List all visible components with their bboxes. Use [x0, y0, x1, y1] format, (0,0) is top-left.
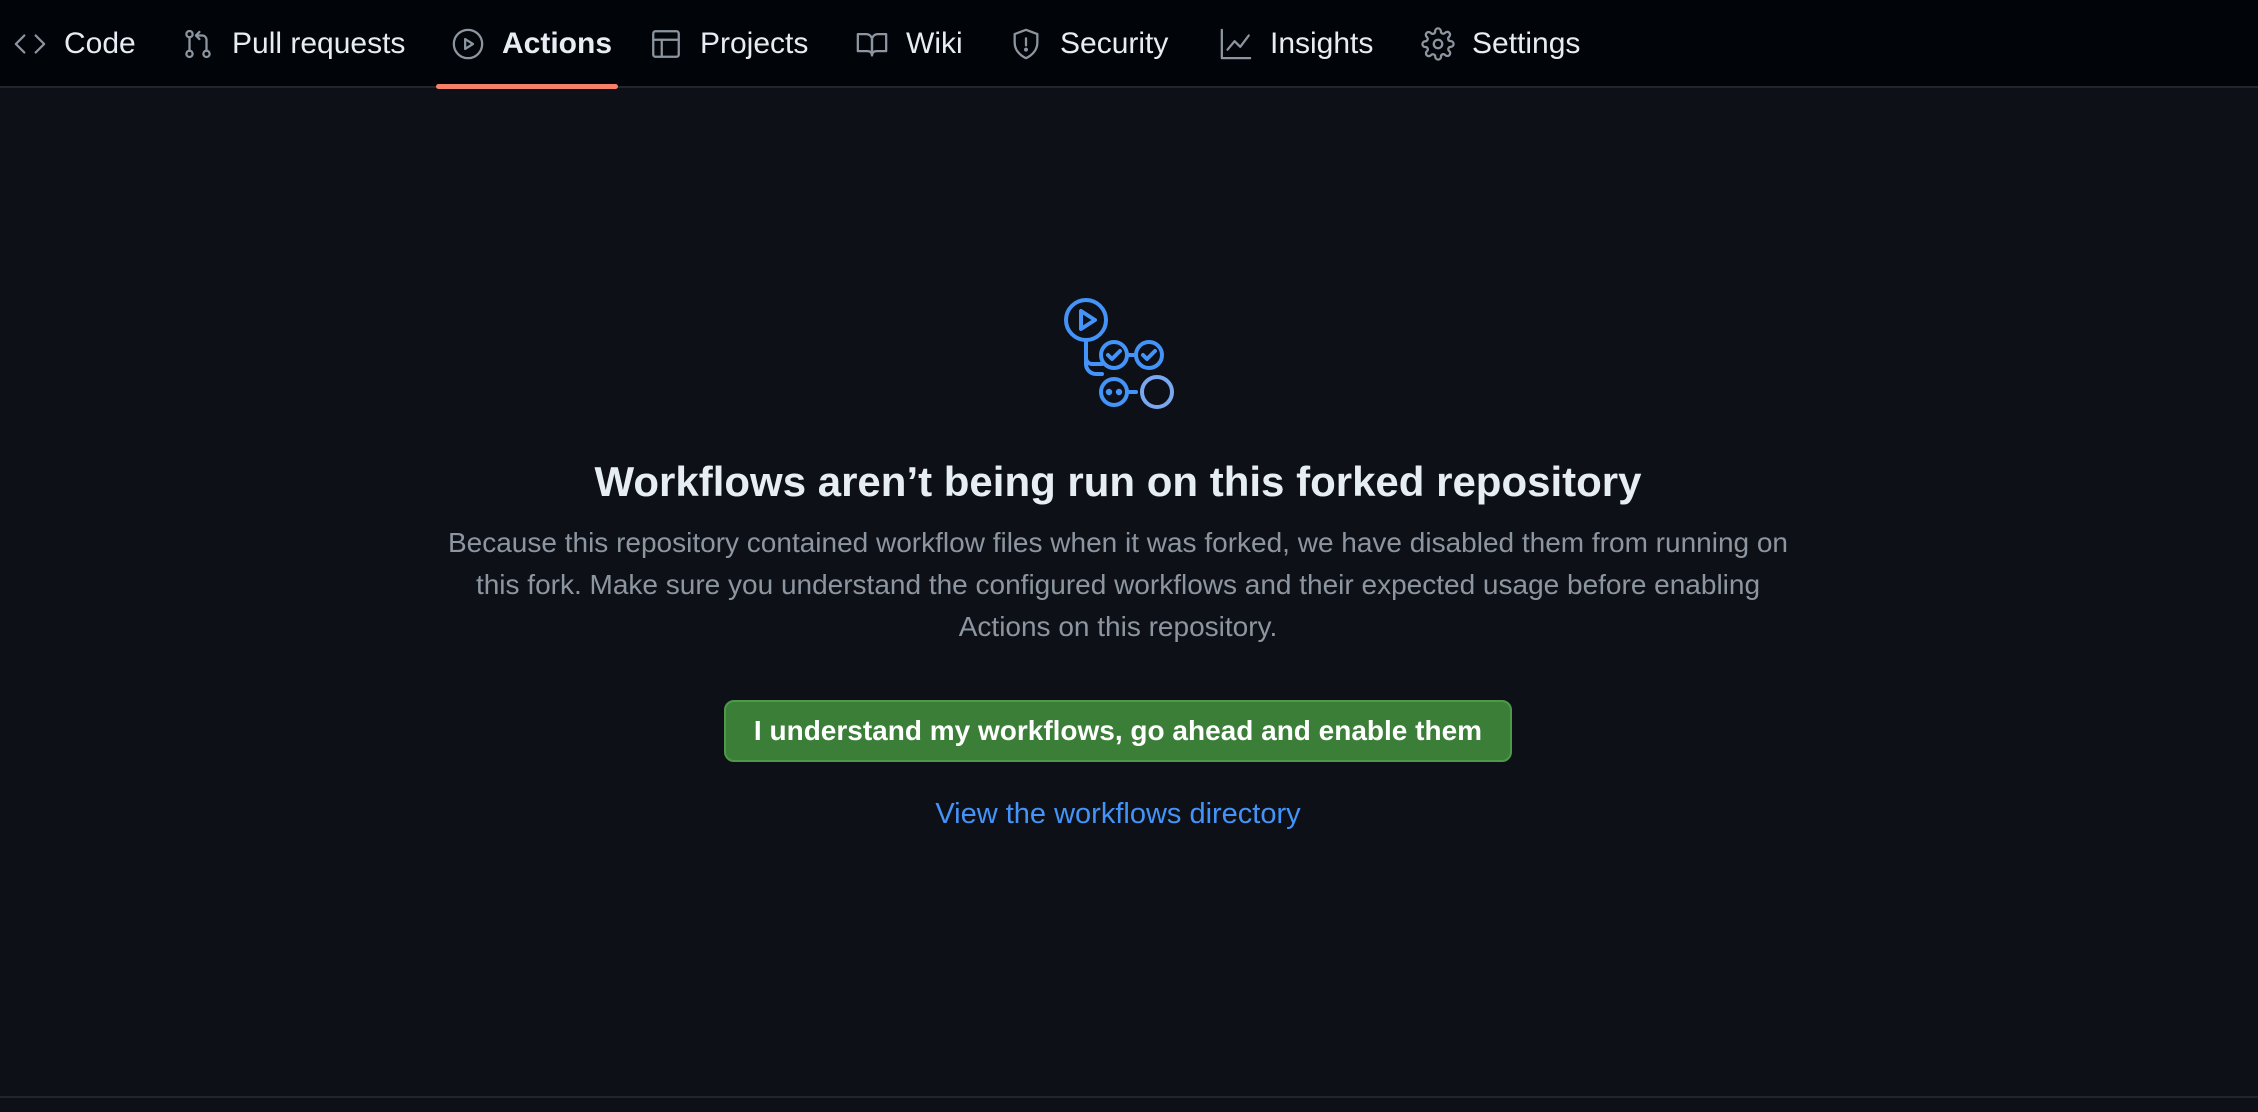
tab-settings[interactable]: Settings — [1420, 0, 1580, 88]
enable-workflows-button[interactable]: I understand my workflows, go ahead and … — [724, 700, 1512, 762]
workflow-icon — [1058, 292, 1180, 414]
tab-pull-requests-label: Pull requests — [232, 27, 406, 60]
tab-insights-label: Insights — [1270, 27, 1374, 60]
play-circle-icon — [450, 26, 486, 62]
tab-wiki[interactable]: Wiki — [854, 0, 963, 88]
table-icon — [648, 26, 684, 62]
graph-icon — [1218, 26, 1254, 62]
tab-security[interactable]: Security — [1008, 0, 1168, 88]
view-workflows-directory-link[interactable]: View the workflows directory — [0, 798, 2236, 831]
page-description: Because this repository contained workfl… — [447, 527, 1789, 642]
code-icon — [12, 26, 48, 62]
book-icon — [854, 26, 890, 62]
tab-pull-requests[interactable]: Pull requests — [180, 0, 405, 88]
tab-code[interactable]: Code — [12, 0, 136, 88]
tab-projects[interactable]: Projects — [648, 0, 808, 88]
tab-projects-label: Projects — [700, 27, 809, 60]
tab-security-label: Security — [1060, 27, 1169, 60]
tab-settings-label: Settings — [1472, 27, 1581, 60]
shield-icon — [1008, 26, 1044, 62]
tab-insights[interactable]: Insights — [1218, 0, 1373, 88]
page-title: Workflows aren’t being run on this forke… — [594, 458, 1642, 505]
active-tab-indicator — [436, 84, 618, 89]
gear-icon — [1420, 26, 1456, 62]
git-pull-request-icon — [180, 26, 216, 62]
tab-actions[interactable]: Actions — [450, 0, 612, 88]
tab-actions-label: Actions — [502, 27, 613, 60]
repo-nav: Code Pull requests Actions Projects Wiki… — [0, 0, 2258, 89]
tab-code-label: Code — [64, 27, 136, 60]
tab-wiki-label: Wiki — [906, 27, 963, 60]
divider — [0, 1096, 2258, 1098]
